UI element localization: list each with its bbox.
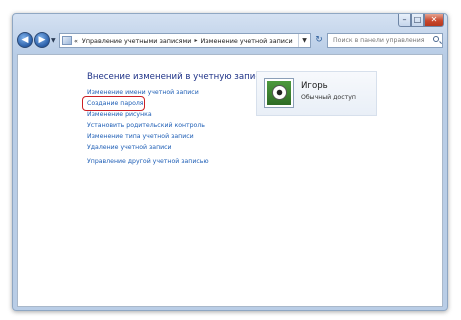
change-name-link[interactable]: Изменение имени учетной записи [87,89,199,96]
account-name: Игорь [301,81,328,91]
address-dropdown-icon[interactable]: ▼ [298,34,310,47]
content-pane: Внесение изменений в учетную запись Игор… [17,54,443,307]
search-input[interactable]: Поиск в панели управления [327,33,443,48]
manage-another-account-link[interactable]: Управление другой учетной записью [87,158,209,165]
address-nav-marker[interactable]: « [74,37,78,45]
delete-account-link[interactable]: Удаление учетной записи [87,144,172,151]
minimize-button[interactable]: – [398,14,411,27]
close-button[interactable]: ✕ [424,14,444,27]
account-type: Обычный доступ [301,94,356,101]
window-controls: – □ ✕ [398,14,444,28]
soccer-ball-icon [267,81,291,105]
breadcrumb-separator[interactable]: ▸ [194,37,197,44]
parental-controls-link[interactable]: Установить родительский контроль [87,122,205,129]
breadcrumb-user-accounts[interactable]: Управление учетными записями [82,37,192,45]
change-picture-link[interactable]: Изменение рисунка [87,111,152,118]
change-account-type-link[interactable]: Изменение типа учетной записи [87,133,194,140]
recent-pages-dropdown[interactable]: ▼ [51,37,56,44]
search-placeholder: Поиск в панели управления [333,37,425,44]
avatar [264,78,294,108]
forward-button[interactable]: ▶ [34,32,50,48]
refresh-button[interactable]: ↻ [314,35,324,46]
navigation-toolbar: ◀ ▶ ▼ « Управление учетными записями ▸ И… [13,30,447,52]
breadcrumb-change-account[interactable]: Изменение учетной записи [200,37,292,45]
control-panel-icon [62,36,72,45]
back-button[interactable]: ◀ [17,32,33,48]
maximize-button[interactable]: □ [411,14,424,27]
search-icon[interactable] [433,36,439,42]
create-password-highlight [82,96,145,111]
control-panel-window: – □ ✕ ◀ ▶ ▼ « Управление учетными запися… [12,13,448,311]
address-bar[interactable]: « Управление учетными записями ▸ Изменен… [59,33,311,48]
account-card: Игорь Обычный доступ [256,71,377,116]
